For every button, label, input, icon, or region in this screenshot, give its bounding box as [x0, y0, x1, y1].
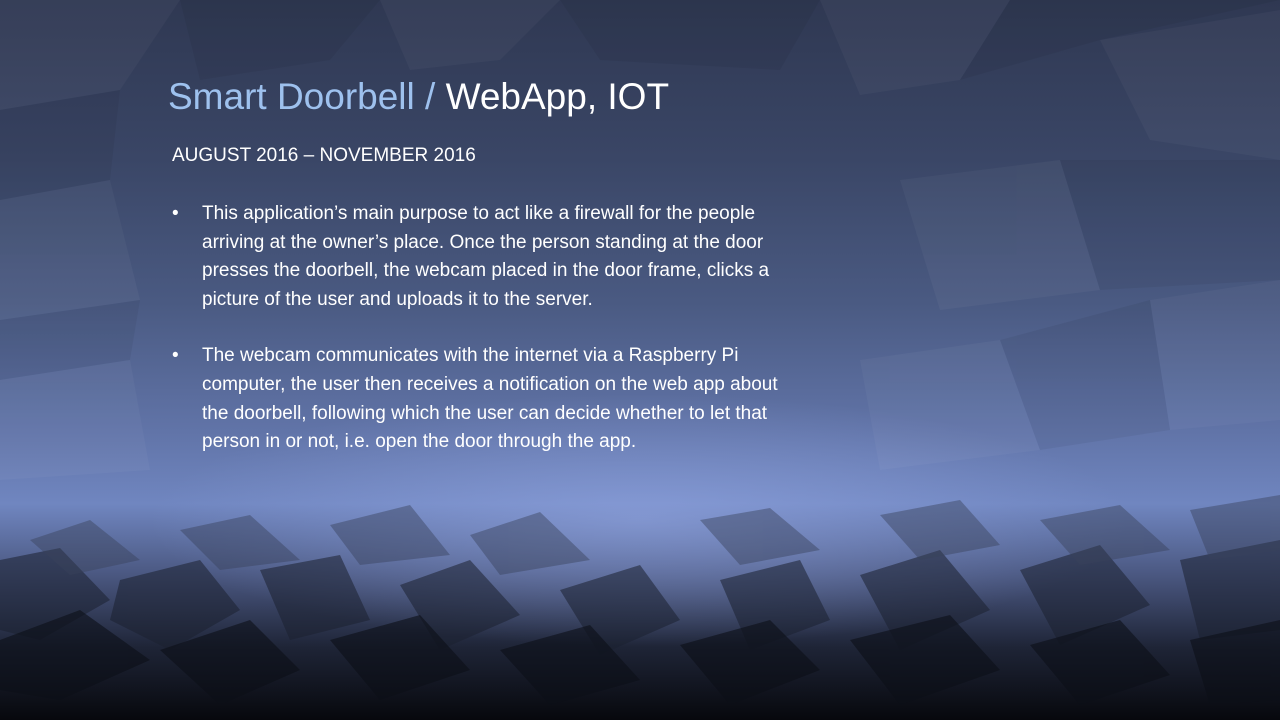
bullet-list: • This application’s main purpose to act…	[172, 200, 792, 485]
title-project-type: WebApp, IOT	[445, 76, 670, 117]
bullet-text: This application’s main purpose to act l…	[202, 203, 770, 310]
slide: Smart Doorbell / WebApp, IOT AUGUST 2016…	[0, 0, 1280, 720]
title-project-name: Smart Doorbell /	[168, 76, 446, 117]
bullet-dot-icon: •	[172, 203, 179, 224]
date-range: AUGUST 2016 – NOVEMBER 2016	[172, 145, 476, 166]
bullet-item: • This application’s main purpose to act…	[172, 200, 792, 314]
bullet-item: • The webcam communicates with the inter…	[172, 342, 792, 456]
bullet-dot-icon: •	[172, 345, 179, 367]
slide-title: Smart Doorbell / WebApp, IOT	[168, 74, 669, 120]
bullet-text: The webcam communicates with the interne…	[202, 345, 778, 453]
